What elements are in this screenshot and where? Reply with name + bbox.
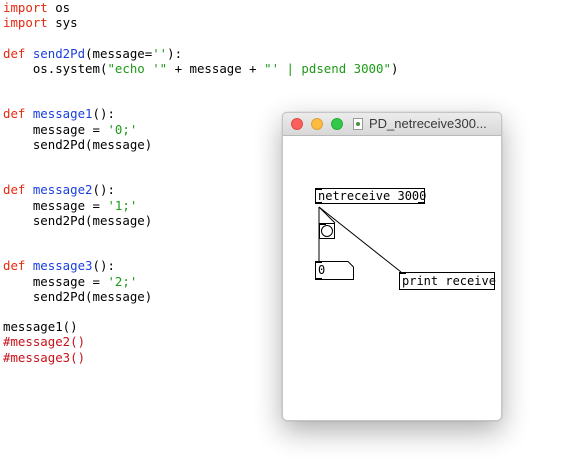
minimize-window-button[interactable] [311, 118, 323, 130]
bang-object[interactable] [319, 223, 335, 239]
code-token: def [3, 258, 33, 274]
code-line: import sys [3, 15, 78, 30]
code-token: message3 [32, 258, 93, 274]
code-token: ): [167, 45, 183, 61]
code-token: '' [152, 45, 168, 61]
code-line: message = '2;' [3, 274, 137, 289]
number-box-outlet [315, 278, 322, 280]
code-token: os.system( [3, 60, 108, 76]
code-token: send2Pd [32, 45, 86, 61]
code-token: (): [92, 258, 115, 274]
code-token: '2;' [107, 273, 138, 289]
code-token: os [47, 0, 71, 15]
code-token: message1 [32, 106, 93, 122]
code-token: import [3, 0, 48, 15]
netreceive-object-label: netreceive 3000 [318, 189, 427, 203]
code-token: def [3, 182, 33, 198]
code-token: ) [390, 60, 399, 76]
netreceive-object[interactable]: netreceive 3000 [315, 188, 427, 204]
print-object[interactable]: print receive [399, 272, 496, 290]
code-token: "echo '" [107, 60, 168, 76]
code-line: def send2Pd(message=''): [3, 46, 182, 61]
bang-circle [321, 225, 333, 237]
code-token: (message= [85, 45, 153, 61]
netreceive-inlet[interactable] [315, 188, 322, 190]
code-token: message = [3, 273, 108, 289]
code-token: + message + [167, 60, 265, 76]
code-line: send2Pd(message) [3, 289, 152, 304]
print-inlet[interactable] [399, 272, 406, 274]
code-token: message1() [3, 319, 78, 335]
code-token: send2Pd(message) [3, 288, 153, 304]
code-line: message = '1;' [3, 198, 137, 213]
pd-document-icon [353, 118, 363, 130]
code-token: message = [3, 197, 108, 213]
code-token: def [3, 45, 33, 61]
code-token: sys [47, 15, 78, 31]
code-token: def [3, 106, 33, 122]
code-line: import os [3, 0, 70, 15]
code-token: send2Pd(message) [3, 212, 153, 228]
code-line: def message2(): [3, 182, 115, 197]
code-token: (): [92, 106, 115, 122]
netreceive-outlet-right[interactable] [418, 202, 425, 204]
code-token: #message2() [3, 334, 86, 350]
code-line: message1() [3, 319, 78, 334]
code-token: '0;' [107, 121, 138, 137]
print-object-label: print receive [402, 274, 496, 288]
zoom-window-button[interactable] [331, 118, 343, 130]
pd-patch-window[interactable]: PD_netreceive300... netreceive 3000 0 pr… [282, 112, 502, 421]
code-line: #message2() [3, 334, 85, 349]
code-line: send2Pd(message) [3, 137, 152, 152]
code-line: def message3(): [3, 258, 115, 273]
code-token: #message3() [3, 349, 86, 365]
code-token: import [3, 15, 48, 31]
code-token: '1;' [107, 197, 138, 213]
pd-canvas[interactable]: netreceive 3000 0 print receive [283, 136, 501, 420]
number-box-value: 0 [318, 263, 326, 277]
code-line: message = '0;' [3, 122, 137, 137]
netreceive-outlet-left[interactable] [315, 202, 322, 204]
close-window-button[interactable] [291, 118, 303, 130]
code-token: message = [3, 121, 108, 137]
code-token: message2 [32, 182, 93, 198]
code-token: "' | pdsend 3000" [264, 60, 391, 76]
window-title: PD_netreceive300... [369, 116, 487, 131]
code-line: def message1(): [3, 106, 115, 121]
bang-inlet[interactable] [319, 223, 326, 225]
code-line: os.system("echo '" + message + "' | pdse… [3, 60, 399, 76]
code-line: send2Pd(message) [3, 213, 152, 228]
code-line: #message3() [3, 350, 85, 365]
window-titlebar[interactable]: PD_netreceive300... [283, 113, 501, 136]
code-token: (): [92, 182, 115, 198]
code-token: send2Pd(message) [3, 136, 153, 152]
